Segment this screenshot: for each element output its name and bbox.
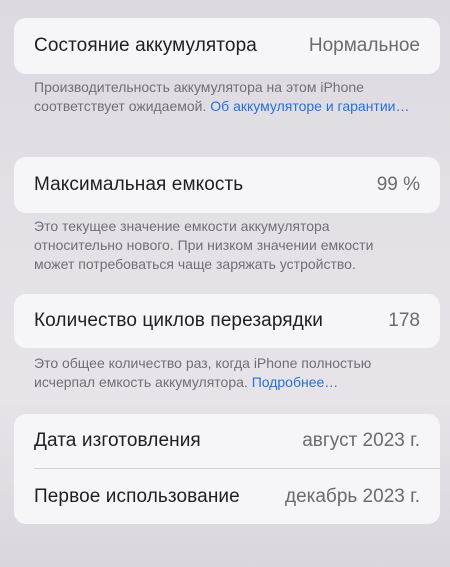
capacity-note-text: Это текущее значение емкости аккумулятор… xyxy=(34,218,374,272)
about-battery-warranty-link[interactable]: Об аккумуляторе и гарантии… xyxy=(210,98,409,114)
first-use-row: Первое использование декабрь 2023 г. xyxy=(14,469,440,524)
first-use-label: Первое использование xyxy=(34,485,240,507)
cycle-count-card: Количество циклов перезарядки 178 xyxy=(14,294,440,348)
manufacture-date-row: Дата изготовления август 2023 г. xyxy=(14,414,440,468)
cycle-note: Это общее количество раз, когда iPhone п… xyxy=(34,354,410,392)
capacity-note: Это текущее значение емкости аккумулятор… xyxy=(34,217,410,274)
learn-more-link[interactable]: Подробнее… xyxy=(252,374,339,390)
manufacture-date-label: Дата изготовления xyxy=(34,430,201,451)
cycle-count-label: Количество циклов перезарядки xyxy=(34,310,323,331)
battery-state-card: Состояние аккумулятора Нормальное xyxy=(14,18,440,74)
max-capacity-card: Максимальная емкость 99 % xyxy=(14,157,440,213)
max-capacity-label: Максимальная емкость xyxy=(34,174,244,195)
battery-state-row: Состояние аккумулятора Нормальное xyxy=(14,18,440,74)
cycle-count-row: Количество циклов перезарядки 178 xyxy=(14,294,440,348)
max-capacity-value: 99 % xyxy=(376,174,420,195)
cycle-count-value: 178 xyxy=(388,310,420,331)
max-capacity-row: Максимальная емкость 99 % xyxy=(14,157,440,213)
battery-state-label: Состояние аккумулятора xyxy=(34,35,257,56)
battery-state-value: Нормальное xyxy=(308,35,420,56)
performance-note: Производительность аккумулятора на этом … xyxy=(34,78,410,116)
dates-card: Дата изготовления август 2023 г. Первое … xyxy=(14,414,440,524)
manufacture-date-value: август 2023 г. xyxy=(302,430,420,451)
first-use-value: декабрь 2023 г. xyxy=(284,485,420,507)
